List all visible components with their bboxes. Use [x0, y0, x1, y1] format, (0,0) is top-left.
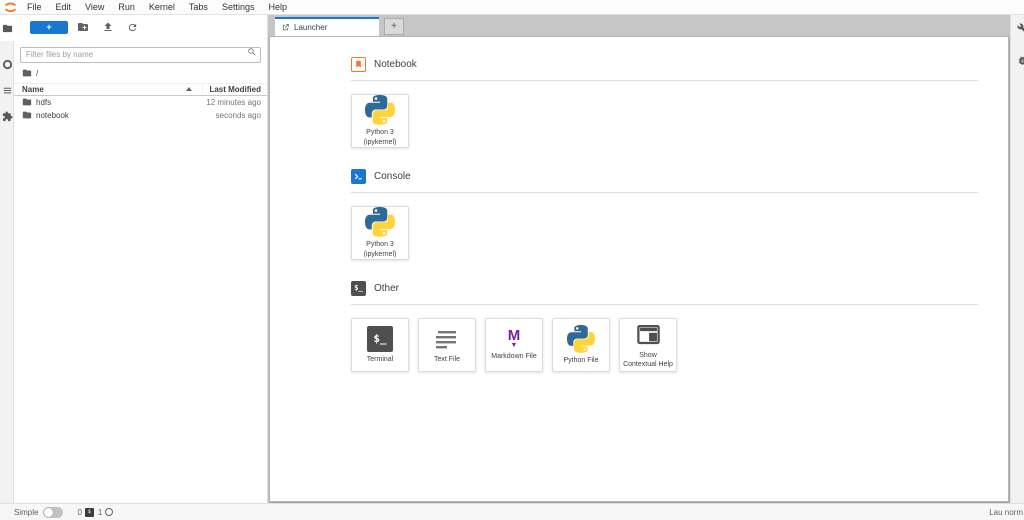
menu-bar: File Edit View Run Kernel Tabs Settings … — [0, 0, 1024, 15]
menu-kernel[interactable]: Kernel — [142, 0, 182, 14]
launcher-card-notebook-python3[interactable]: Python 3 (ipykernel) — [351, 94, 409, 148]
breadcrumb[interactable]: / — [14, 66, 267, 81]
file-browser-panel: + / Name Last Modified hdfs 12 minutes a… — [14, 15, 268, 503]
file-list-header[interactable]: Name Last Modified — [14, 83, 267, 96]
menu-settings[interactable]: Settings — [215, 0, 262, 14]
file-row-hdfs[interactable]: hdfs 12 minutes ago — [14, 96, 267, 109]
launcher-card-markdown-file[interactable]: M▼ Markdown File — [485, 318, 543, 372]
sidebar-tab-debugger[interactable] — [1015, 47, 1024, 73]
section-title: Notebook — [374, 59, 417, 70]
tab-label: Launcher — [294, 23, 327, 32]
contextual-help-icon — [635, 321, 662, 348]
card-label: Markdown File — [491, 352, 537, 361]
sidebar-tab-property-inspector[interactable] — [1015, 15, 1024, 41]
launcher-card-contextual-help[interactable]: Show Contextual Help — [619, 318, 677, 372]
tab-bar: Launcher + — [268, 15, 1010, 36]
table-of-contents-icon — [2, 85, 13, 96]
launcher-panel: Notebook Python 3 (ipykernel) — [269, 36, 1009, 502]
card-label: Python 3 (ipykernel) — [354, 128, 406, 146]
card-label: Python 3 (ipykernel) — [354, 240, 406, 258]
new-tab-button[interactable]: + — [384, 18, 404, 35]
menu-edit[interactable]: Edit — [49, 0, 79, 14]
folder-icon — [22, 68, 32, 78]
python-icon — [365, 207, 395, 237]
menu-file[interactable]: File — [20, 0, 49, 14]
sort-ascending-icon — [186, 87, 192, 91]
card-label: Show Contextual Help — [622, 351, 674, 369]
section-title: Other — [374, 283, 399, 294]
breadcrumb-root[interactable]: / — [36, 69, 38, 78]
status-right-text: Lau norm — [989, 508, 1023, 517]
file-name: hdfs — [36, 98, 51, 107]
file-row-notebook[interactable]: notebook seconds ago — [14, 109, 267, 122]
filter-files-wrapper — [20, 44, 261, 63]
file-browser-toolbar: + — [14, 15, 267, 39]
column-name-label[interactable]: Name — [22, 85, 44, 94]
search-icon — [247, 47, 257, 57]
left-activity-bar — [0, 15, 14, 503]
sidebar-tab-extensions[interactable] — [0, 103, 14, 129]
sidebar-tab-file-browser[interactable] — [0, 15, 14, 41]
console-icon — [351, 169, 366, 184]
launcher-card-console-python3[interactable]: Python 3 (ipykernel) — [351, 206, 409, 260]
launcher-card-terminal[interactable]: $_ Terminal — [351, 318, 409, 372]
jupyter-logo-icon — [0, 1, 20, 14]
sidebar-tab-toc[interactable] — [0, 77, 14, 103]
terminals-status[interactable]: 0 $ — [77, 508, 93, 517]
filter-files-input[interactable] — [20, 47, 261, 63]
file-name: notebook — [36, 111, 69, 120]
terminal-icon: $ — [85, 508, 94, 517]
python-icon — [365, 95, 395, 125]
folder-icon — [2, 23, 13, 34]
section-other: $_ Other $_ Terminal — [351, 280, 978, 372]
main-dock: Launcher + Notebook — [268, 15, 1010, 503]
terminal-icon: $_ — [351, 281, 366, 296]
text-file-icon — [434, 326, 460, 352]
refresh-icon[interactable] — [122, 19, 143, 35]
launcher-card-python-file[interactable]: Python File — [552, 318, 610, 372]
running-sessions-icon — [2, 59, 13, 70]
right-activity-bar — [1010, 15, 1024, 503]
tab-launcher[interactable]: Launcher — [275, 17, 379, 36]
menu-run[interactable]: Run — [111, 0, 142, 14]
extensions-icon — [2, 111, 13, 122]
kernel-icon — [105, 508, 113, 516]
new-launcher-button[interactable]: + — [30, 21, 68, 34]
section-console: Console Python 3 (ipykernel) — [351, 168, 978, 260]
bug-icon — [1017, 55, 1024, 66]
notebook-icon — [351, 57, 366, 72]
terminals-count: 0 — [77, 508, 81, 517]
launcher-card-text-file[interactable]: Text File — [418, 318, 476, 372]
menu-view[interactable]: View — [78, 0, 111, 14]
property-inspector-icon — [1017, 23, 1024, 34]
simple-mode-toggle[interactable] — [43, 507, 63, 518]
menu-help[interactable]: Help — [261, 0, 294, 14]
kernels-status[interactable]: 1 — [98, 508, 113, 517]
folder-icon — [22, 110, 32, 120]
simple-mode-label: Simple — [14, 508, 38, 517]
kernels-count: 1 — [98, 508, 102, 517]
section-notebook: Notebook Python 3 (ipykernel) — [351, 56, 978, 148]
markdown-icon: M▼ — [508, 328, 521, 349]
menu-tabs[interactable]: Tabs — [182, 0, 215, 14]
python-icon — [567, 325, 595, 353]
card-label: Text File — [434, 355, 460, 364]
column-modified-label[interactable]: Last Modified — [202, 85, 261, 94]
card-label: Python File — [563, 356, 598, 365]
new-folder-icon[interactable] — [72, 19, 93, 35]
card-label: Terminal — [367, 355, 393, 364]
file-modified: seconds ago — [216, 111, 261, 120]
upload-icon[interactable] — [97, 19, 118, 35]
sidebar-tab-running[interactable] — [0, 51, 14, 77]
section-title: Console — [374, 171, 411, 182]
folder-icon — [22, 97, 32, 107]
file-modified: 12 minutes ago — [206, 98, 261, 107]
launcher-tab-icon — [281, 23, 290, 32]
status-bar: Simple 0 $ 1 Lau norm — [0, 503, 1024, 520]
terminal-icon: $_ — [367, 326, 393, 352]
